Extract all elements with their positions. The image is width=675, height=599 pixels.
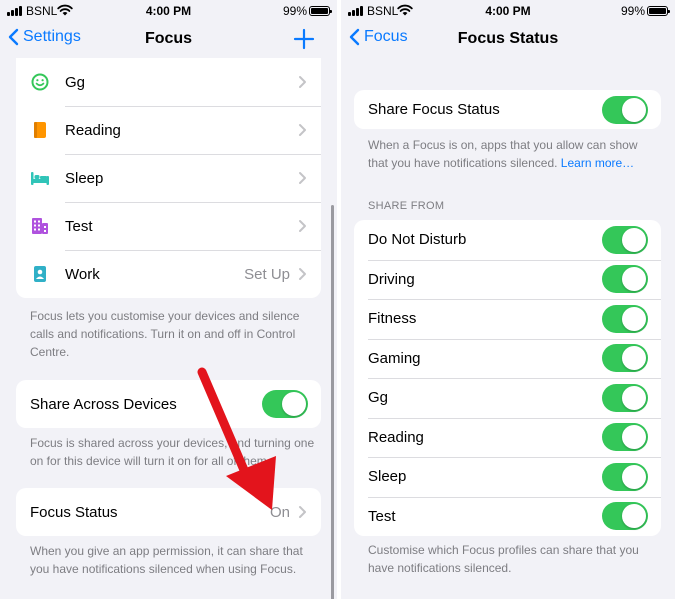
share-from-item-gg: Gg [354,378,661,418]
focus-settings-screen: BSNL 4:00 PM 99% Settings Focus Gg Readi… [0,0,337,599]
share-from-label: Reading [368,428,424,446]
building-icon [30,216,50,236]
share-from-label: Driving [368,270,415,288]
focus-item-work[interactable]: Work Set Up [16,250,321,298]
share-from-label: Do Not Disturb [368,231,467,249]
bed-icon [30,168,50,188]
chevron-right-icon [299,172,306,184]
page-title: Focus Status [457,30,559,47]
share-from-toggle[interactable] [602,383,648,412]
share-from-list: Do Not Disturb Driving Fitness Gaming Gg… [354,220,661,536]
battery-icon [647,6,670,16]
share-across-group: Share Across Devices [16,380,321,428]
share-from-item-fitness: Fitness [354,299,661,339]
share-from-toggle[interactable] [602,423,648,452]
share-from-toggle[interactable] [602,344,648,373]
share-across-devices-label: Share Across Devices [30,395,177,413]
focus-status-label: Focus Status [30,503,118,521]
focus-status-footnote: When you give an app permission, it can … [30,544,303,576]
page-title: Focus [144,30,193,47]
share-focus-status-row: Share Focus Status [354,90,661,129]
battery-icon [309,6,332,16]
share-from-item-test: Test [354,496,661,537]
share-from-item-do-not-disturb: Do Not Disturb [354,220,661,260]
chevron-right-icon [299,220,306,232]
navigation-bar: Settings Focus [0,22,337,58]
share-from-toggle[interactable] [602,225,648,254]
status-bar: BSNL 4:00 PM 99% [341,0,675,22]
chevron-right-icon [299,76,306,88]
share-from-toggle[interactable] [602,462,648,491]
focus-item-label: Test [65,217,93,235]
share-from-label: Test [368,507,396,525]
share-from-item-sleep: Sleep [354,457,661,497]
focus-list: Gg Reading Sleep Test Work Set Up [16,58,321,298]
badge-icon [30,264,50,284]
share-from-label: Gg [368,389,389,407]
chevron-right-icon [299,506,306,518]
focus-item-label: Sleep [65,169,104,187]
share-from-label: Sleep [368,468,407,486]
focus-item-value: Set Up [244,265,290,283]
share-across-footnote: Focus is shared across your devices, and… [30,436,315,468]
focus-status-screen: BSNL 4:00 PM 99% Focus Focus Status Shar… [341,0,675,599]
share-from-toggle[interactable] [602,304,648,333]
book-icon [30,120,50,140]
focus-footnote: Focus lets you customise your devices an… [30,309,300,359]
focus-item-test[interactable]: Test [16,202,321,250]
focus-item-sleep[interactable]: Sleep [16,154,321,202]
focus-item-label: Work [65,265,100,283]
focus-status-row[interactable]: Focus Status On [16,488,321,536]
chevron-right-icon [299,124,306,136]
status-bar: BSNL 4:00 PM 99% [0,0,337,22]
share-from-header: SHARE FROM [368,200,445,212]
scrollbar[interactable] [331,205,334,599]
focus-item-label: Reading [65,121,121,139]
focus-status-value: On [269,503,290,521]
battery-percentage: 99% [282,4,307,18]
share-from-label: Gaming [368,349,421,367]
battery-percentage: 99% [620,4,645,18]
chevron-right-icon [299,268,306,280]
share-from-label: Fitness [368,310,417,328]
navigation-bar: Focus Focus Status [341,22,675,58]
share-across-devices-toggle[interactable] [262,390,308,418]
share-focus-status-toggle[interactable] [602,95,648,124]
smiley-icon [30,72,50,92]
share-from-toggle[interactable] [602,502,648,531]
focus-status-group: Focus Status On [16,488,321,536]
focus-item-reading[interactable]: Reading [16,106,321,154]
focus-item-label: Gg [65,73,86,91]
share-from-footnote: Customise which Focus profiles can share… [368,543,639,575]
learn-more-link[interactable]: Learn more… [561,156,634,170]
share-from-item-gaming: Gaming [354,338,661,379]
share-from-toggle[interactable] [602,265,648,294]
share-from-item-reading: Reading [354,417,661,458]
share-from-item-driving: Driving [354,259,661,300]
share-status-footnote: When a Focus is on, apps that you allow … [368,136,658,172]
add-focus-button[interactable] [293,28,315,50]
share-status-group: Share Focus Status [354,90,661,129]
focus-item-gg[interactable]: Gg [16,58,321,106]
share-focus-status-label: Share Focus Status [368,101,500,118]
share-across-devices-row: Share Across Devices [16,380,321,428]
